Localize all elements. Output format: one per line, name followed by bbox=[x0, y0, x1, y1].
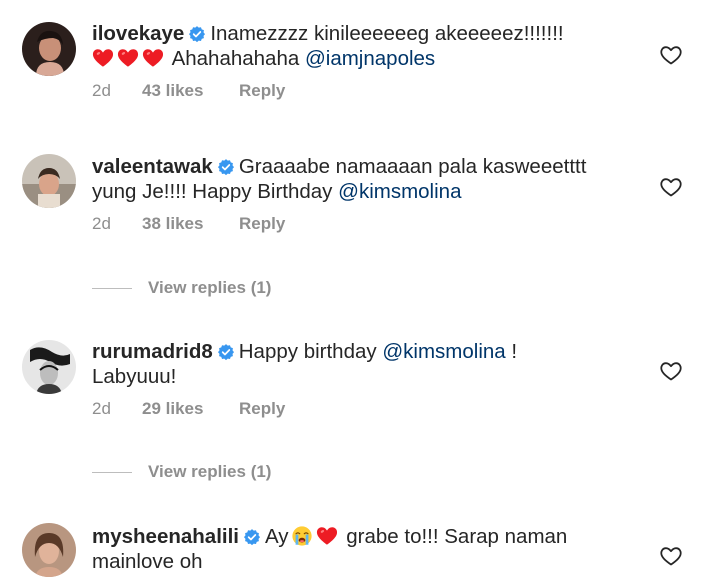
red-heart-emoji-icon bbox=[92, 47, 114, 69]
verified-badge-icon bbox=[188, 25, 206, 43]
reply-button[interactable]: Reply bbox=[239, 214, 285, 234]
comment-body-tail: ! bbox=[505, 340, 518, 363]
heart-outline-icon[interactable] bbox=[659, 175, 683, 199]
verified-badge-icon bbox=[217, 343, 235, 361]
comment-likes[interactable]: 38 likes bbox=[142, 214, 239, 234]
heart-outline-icon[interactable] bbox=[659, 544, 683, 568]
divider bbox=[92, 287, 132, 289]
verified-badge-icon bbox=[243, 528, 261, 546]
mention-link[interactable]: @kimsmolina bbox=[382, 340, 505, 363]
comment-username[interactable]: rurumadrid8 bbox=[92, 340, 213, 363]
comment-likes[interactable]: 43 likes bbox=[142, 81, 239, 101]
comment-body: Happy birthday bbox=[238, 340, 377, 363]
reply-button[interactable]: Reply bbox=[239, 399, 285, 419]
comment-meta: 2d 38 likes Reply bbox=[92, 214, 632, 234]
view-replies-button[interactable]: View replies (1) bbox=[92, 278, 271, 298]
comment-meta: 2d 29 likes Reply bbox=[92, 399, 652, 419]
comment-username[interactable]: ilovekaye bbox=[92, 22, 184, 45]
heart-outline-icon[interactable] bbox=[659, 359, 683, 383]
red-heart-emoji-icon bbox=[117, 47, 139, 69]
comment-likes[interactable]: 29 likes bbox=[142, 399, 239, 419]
avatar-image bbox=[22, 340, 76, 394]
comment-text: mysheenahalili Ay grabe to!!! Sarap naman… bbox=[92, 524, 632, 574]
heart-outline-icon[interactable] bbox=[659, 43, 683, 67]
comment-username[interactable]: mysheenahalili bbox=[92, 525, 239, 548]
loudly-crying-face-emoji-icon bbox=[291, 525, 313, 547]
avatar-image bbox=[22, 154, 76, 208]
comment-text: valeentawak Graaaabe namaaaan pala kaswee… bbox=[92, 154, 632, 204]
comment-age[interactable]: 2d bbox=[92, 81, 142, 101]
view-replies-label: View replies (1) bbox=[148, 462, 272, 481]
avatar-image bbox=[22, 22, 76, 76]
comment-username[interactable]: valeentawak bbox=[92, 155, 213, 178]
comment-age[interactable]: 2d bbox=[92, 399, 142, 419]
mention-link[interactable]: @kimsmolina bbox=[338, 180, 461, 203]
avatar[interactable] bbox=[22, 22, 76, 76]
avatar[interactable] bbox=[22, 523, 76, 577]
comment-body: Inamezzzz kinileeeeeeg akeeeeez!!!!!!! bbox=[210, 22, 564, 45]
comment-body: Ay bbox=[264, 525, 289, 548]
red-heart-emoji-icon bbox=[142, 47, 164, 69]
comment-text: rurumadrid8 Happy birthday @kimsmolina ! … bbox=[92, 339, 652, 389]
comment-body-line2: Ahahahahaha bbox=[171, 47, 300, 70]
comment-text: ilovekaye Inamezzzz kinileeeeeeg akeeeeez… bbox=[92, 21, 652, 71]
reply-button[interactable]: Reply bbox=[239, 81, 285, 101]
comment-meta: 2d 43 likes Reply bbox=[92, 81, 652, 101]
comment-body-line2: Labyuuu! bbox=[92, 365, 177, 388]
view-replies-label: View replies (1) bbox=[148, 278, 272, 297]
avatar[interactable] bbox=[22, 340, 76, 394]
comment-age[interactable]: 2d bbox=[92, 214, 142, 234]
red-heart-emoji-icon bbox=[316, 525, 338, 547]
avatar-image bbox=[22, 523, 76, 577]
view-replies-button[interactable]: View replies (1) bbox=[92, 462, 271, 482]
verified-badge-icon bbox=[217, 158, 235, 176]
avatar[interactable] bbox=[22, 154, 76, 208]
comments-list: ilovekaye Inamezzzz kinileeeeeeg akeeeeez… bbox=[0, 0, 720, 582]
divider bbox=[92, 471, 132, 473]
mention-link[interactable]: @iamjnapoles bbox=[305, 47, 435, 70]
